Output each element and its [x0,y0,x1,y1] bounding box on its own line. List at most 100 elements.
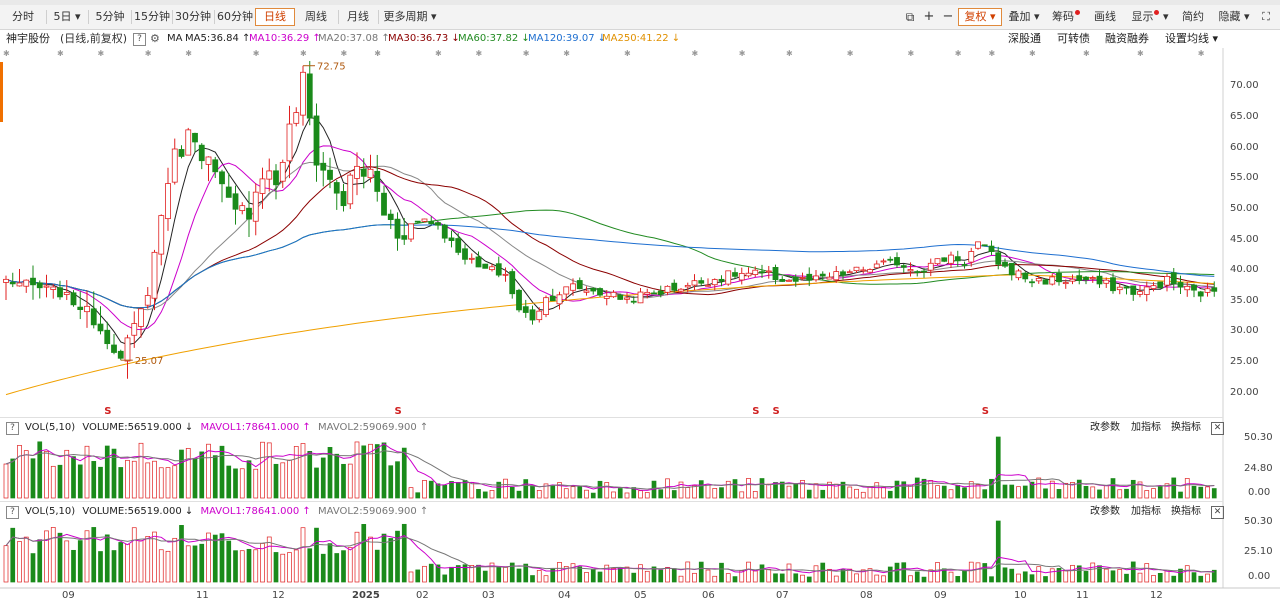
candle-body [394,218,401,239]
volume-bar [1191,572,1197,583]
candle-body [63,291,70,295]
time-tick: 07 [776,590,789,601]
volume-bar [908,575,913,583]
vol2-add-indicator-button[interactable]: 加指标 [1131,505,1161,519]
candle-body [448,237,455,241]
volume-bar [1117,489,1123,499]
vol1-switch-indicator-button[interactable]: 换指标 [1171,421,1201,435]
candle-body [401,235,408,240]
candle-body [144,295,151,306]
volume-bar [955,484,961,499]
time-tick: 03 [482,590,495,601]
volume-bar [894,480,900,499]
candle-body [77,306,84,310]
candle-body [84,305,90,313]
volume-bar [185,447,191,499]
volume-bar [37,441,43,499]
volume-bar [982,563,988,583]
signal-marker: S [752,406,759,417]
volume-bar [253,549,259,583]
vol1-add-indicator-button[interactable]: 加指标 [1131,421,1161,435]
candle-body [495,263,502,276]
candle-body [1150,285,1157,289]
volume-bar [935,562,940,583]
volume-bar [1144,490,1150,499]
volume-bar [516,568,522,583]
volume-bar [982,489,988,499]
vol-tick: 0.00 [1248,571,1271,582]
volume-bar [266,442,272,499]
volume-bar [1164,570,1170,583]
volume-bar [145,462,151,499]
volume-bar [604,482,610,499]
candle-body [644,291,651,295]
volume-bar [104,445,110,499]
volume-bar [158,549,164,583]
volume-bar [698,480,704,499]
vol2-switch-indicator-button[interactable]: 换指标 [1171,505,1201,519]
volume-bar [617,567,623,583]
volume-bar [388,465,394,499]
volume-bar [395,461,400,499]
candle-body [509,271,516,295]
vol1-close-icon[interactable]: ✕ [1211,422,1224,435]
candle-body [873,263,880,269]
volume-bar [948,571,954,583]
volume-bar [1205,573,1210,583]
candle-body [752,269,759,275]
candle-body [1116,286,1123,291]
event-dot: ✱ [300,49,307,58]
vol1-help-icon[interactable]: ? [6,422,19,435]
candle-body [819,273,826,277]
volume-bar [658,569,664,583]
candle-body [273,170,279,186]
volume-bar [759,564,765,583]
volume-bar [239,550,245,583]
candle-body [570,283,576,291]
candle-body [1164,276,1170,286]
candle-body [907,269,914,272]
volume-bar [692,485,697,499]
price-tick: 40.00 [1230,264,1259,275]
volume-bar [671,490,677,499]
volume-bar [37,539,43,583]
volume-bar [1205,486,1210,499]
volume-bar [233,468,238,499]
volume-bar [293,446,299,499]
vol2-help-icon[interactable]: ? [6,506,19,519]
candle-body [826,276,833,280]
vol2-params-button[interactable]: 改参数 [1090,505,1120,519]
volume-bar [847,486,853,499]
signal-marker: S [982,406,989,417]
volume-bar [104,534,110,583]
vol2-close-icon[interactable]: ✕ [1211,506,1224,519]
volume-bar [1083,571,1089,583]
volume-bar [185,545,191,583]
volume-bar [1036,477,1042,499]
candle-body [738,272,745,281]
candle-body [887,258,894,261]
volume-bar [57,532,63,583]
volume-bar [1191,485,1197,499]
event-dot: ✱ [739,49,746,58]
volume-bar [570,486,576,499]
ma20-line [5,161,1215,311]
volume-bar [773,573,778,583]
volume-bar [1117,569,1123,583]
signal-marker: S [773,406,780,417]
candle-body [941,257,948,262]
volume-bar [233,550,238,583]
volume-bar [644,492,650,499]
event-dot: ✱ [374,49,381,58]
volume-bar [827,568,832,583]
volume-bar [692,572,697,583]
candle-body [414,220,421,223]
vol1-params-button[interactable]: 改参数 [1090,421,1120,435]
price-tick: 30.00 [1230,325,1259,336]
candle-body [725,270,732,285]
vol-tick: 0.00 [1248,487,1271,498]
candle-body [597,288,603,296]
candle-body [50,286,57,290]
volume-bar [813,565,819,583]
volume-bar [725,480,731,499]
